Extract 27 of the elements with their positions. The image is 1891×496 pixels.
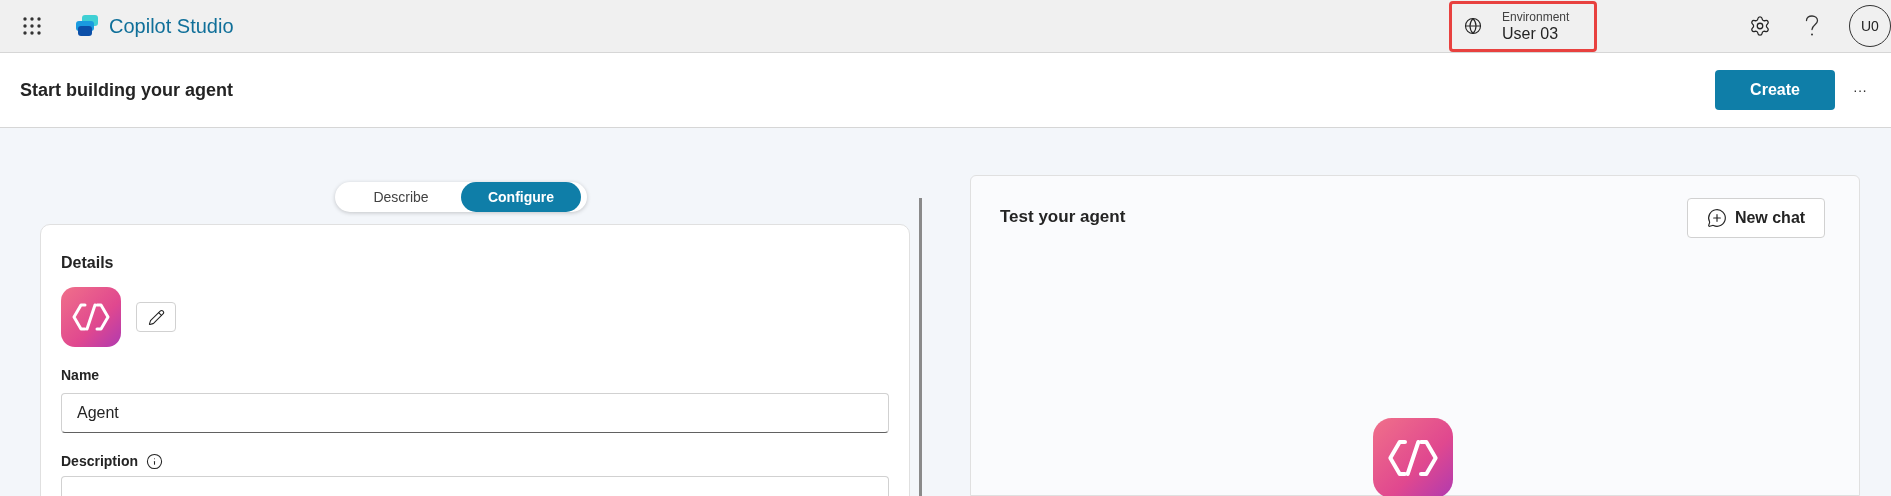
name-label: Name [61,366,101,385]
app-title[interactable]: Copilot Studio [109,11,234,41]
new-chat-button[interactable]: New chat [1687,198,1825,238]
info-icon [146,453,163,470]
test-panel-title: Test your agent [1000,206,1126,228]
logo-icon [74,14,100,38]
details-title: Details [61,253,115,273]
settings-icon[interactable] [1749,15,1771,37]
scrollbar[interactable] [919,198,922,496]
mode-tab[interactable]: Configure [461,182,581,212]
pencil-icon [147,308,165,326]
page-title: Start building your agent [20,78,233,102]
name-field[interactable]: Agent [61,393,889,433]
edit-icon-button[interactable] [136,302,176,332]
chat-plus-icon [1706,208,1727,228]
agent-icon [61,287,121,347]
mode-tab[interactable]: Describe [341,182,461,212]
globe-icon [1464,17,1482,35]
create-button[interactable]: Create [1715,70,1835,110]
environment-label: Environment [1502,10,1570,23]
environment-picker[interactable]: Environment User 03 [1449,0,1597,52]
environment-name: User 03 [1502,25,1559,42]
description-field[interactable] [61,476,889,496]
app-launcher-icon[interactable] [22,16,42,36]
more-button[interactable]: ··· [1849,79,1871,101]
help-icon[interactable] [1805,15,1819,37]
description-label: Description [61,452,138,471]
